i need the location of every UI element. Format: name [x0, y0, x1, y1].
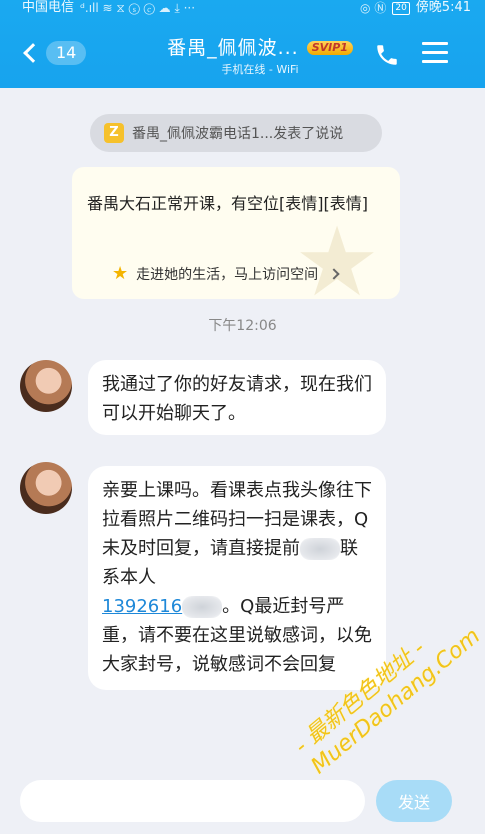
qzone-notice[interactable]: Z 番禺_佩佩波霸电话1...发表了说说 [90, 114, 382, 152]
star-watermark-icon: ★ [293, 206, 381, 299]
status-left: 中国电信 ᵈ.ıll ≋ ⧖ ⓢ ⓒ ☁ ⤓ ··· [22, 0, 195, 16]
battery-icon: 20 [392, 1, 410, 15]
menu-bar-2 [422, 51, 448, 54]
menu-bar-3 [422, 60, 448, 63]
star-icon: ★ [112, 263, 129, 284]
chat-title-block[interactable]: 番禺_佩佩波... SVIP1 手机在线 - WiFi [150, 36, 370, 78]
status-icons: ᵈ.ıll ≋ ⧖ ⓢ ⓒ ☁ ⤓ ··· [80, 1, 196, 15]
notice-text: 番禺_佩佩波霸电话1...发表了说说 [132, 126, 344, 142]
status-bar: 中国电信 ᵈ.ıll ≋ ⧖ ⓢ ⓒ ☁ ⤓ ··· ◎ Ⓝ 20 傍晚5:41 [0, 0, 485, 18]
send-button[interactable]: 发送 [376, 780, 452, 822]
status-right-icons: ◎ Ⓝ [360, 1, 387, 15]
unread-count-badge: 14 [46, 41, 87, 65]
menu-bar-1 [422, 42, 448, 45]
message-bubble[interactable]: 我通过了你的好友请求，现在我们可以开始聊天了。 [88, 360, 386, 435]
avatar[interactable] [20, 360, 72, 412]
back-button[interactable]: 14 [20, 38, 87, 68]
visit-space-link[interactable]: ★ 走进她的生活，马上访问空间 [112, 263, 340, 284]
message-bubble[interactable]: 亲要上课吗。看课表点我头像往下拉看照片二维码扫一扫是课表，Q未及时回复，请直接提… [88, 466, 386, 690]
carrier-label: 中国电信 [22, 0, 75, 15]
input-bar: 发送 [0, 770, 485, 834]
title-row: 番禺_佩佩波... SVIP1 [150, 36, 370, 60]
online-status: 手机在线 - WiFi [221, 63, 299, 76]
chat-title: 番禺_佩佩波... [167, 37, 299, 59]
status-right: ◎ Ⓝ 20 傍晚5:41 [360, 0, 471, 16]
share-card-text: 番禺大石正常开课，有空位[表情][表情] [87, 194, 368, 213]
phone-icon[interactable] [374, 42, 400, 68]
message-input[interactable] [20, 780, 365, 822]
chevron-left-icon [23, 43, 43, 63]
redaction-blur [182, 596, 223, 618]
message-text: 我通过了你的好友请求，现在我们可以开始聊天了。 [102, 374, 372, 424]
visit-space-label: 走进她的生活，马上访问空间 [136, 266, 319, 283]
avatar[interactable] [20, 462, 72, 514]
phone-number-link[interactable]: 1392616 [102, 596, 182, 617]
svip-badge: SVIP1 [306, 41, 353, 55]
menu-icon[interactable] [422, 42, 448, 66]
chat-header: 中国电信 ᵈ.ıll ≋ ⧖ ⓢ ⓒ ☁ ⤓ ··· ◎ Ⓝ 20 傍晚5:41… [0, 0, 485, 88]
redaction-blur [300, 538, 340, 560]
qzone-share-card[interactable]: ★ 番禺大石正常开课，有空位[表情][表情] ★ 走进她的生活，马上访问空间 [72, 167, 400, 299]
chevron-right-icon [328, 267, 340, 280]
message-timestamp: 下午12:06 [208, 318, 277, 334]
clock: 傍晚5:41 [415, 0, 471, 15]
qzone-icon: Z [104, 123, 124, 143]
